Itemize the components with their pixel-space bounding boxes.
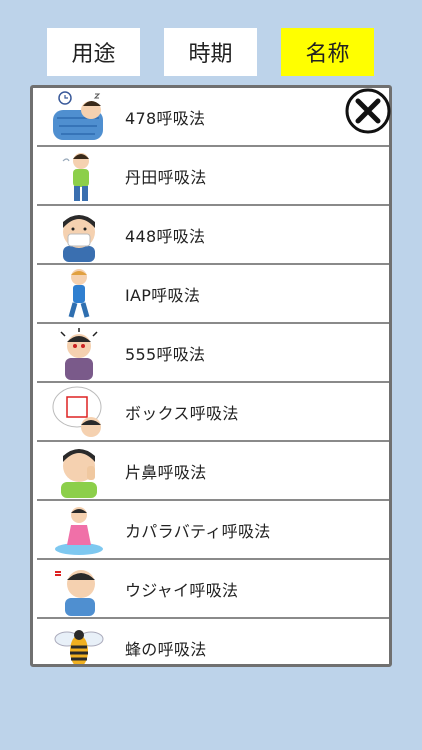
masked-person-icon — [63, 215, 95, 262]
list-item-label: ウジャイ呼吸法 — [125, 580, 239, 600]
list-item-label: 丹田呼吸法 — [125, 167, 207, 187]
list-item-label: 蜂の呼吸法 — [125, 639, 207, 659]
breathing-person-icon — [62, 153, 89, 201]
ujjayi-breath-icon — [55, 570, 95, 616]
list-item-kapalabhati[interactable]: カパラバティ呼吸法 — [37, 501, 389, 560]
tab-timing[interactable]: 時期 — [164, 28, 257, 76]
thinking-box-icon — [52, 386, 102, 437]
list-item-448[interactable]: 448呼吸法 — [37, 206, 389, 265]
list-item-label: 555呼吸法 — [125, 344, 206, 364]
list-item-478[interactable]: 478呼吸法 — [37, 88, 389, 147]
tab-bar: 用途 時期 名称 — [0, 28, 422, 78]
sleeping-person-icon — [53, 91, 103, 140]
list-item-label: IAP呼吸法 — [125, 285, 201, 305]
method-list: 478呼吸法 丹田呼吸法 448呼吸法 IAP呼吸法 555呼吸法 ボックス呼吸… — [37, 88, 389, 664]
list-item-iap[interactable]: IAP呼吸法 — [37, 265, 389, 324]
list-item-bee[interactable]: 蜂の呼吸法 — [37, 619, 389, 664]
list-item-label: カパラバティ呼吸法 — [125, 521, 271, 541]
tab-name[interactable]: 名称 — [281, 28, 374, 76]
meditating-person-icon — [55, 507, 103, 555]
list-item-box[interactable]: ボックス呼吸法 — [37, 383, 389, 442]
tab-purpose[interactable]: 用途 — [47, 28, 140, 76]
list-item-ujjayi[interactable]: ウジャイ呼吸法 — [37, 560, 389, 619]
bee-icon — [54, 630, 104, 664]
list-item-tanden[interactable]: 丹田呼吸法 — [37, 147, 389, 206]
list-item-nostril[interactable]: 片鼻呼吸法 — [37, 442, 389, 501]
list-item-label: 片鼻呼吸法 — [125, 462, 207, 482]
close-x-icon[interactable] — [344, 87, 392, 135]
list-item-label: 448呼吸法 — [125, 226, 206, 246]
nostril-breathing-icon — [61, 449, 97, 498]
stressed-person-icon — [60, 328, 98, 380]
list-item-label: ボックス呼吸法 — [125, 403, 239, 423]
list-item-label: 478呼吸法 — [125, 108, 206, 128]
breathing-method-list-panel: 478呼吸法 丹田呼吸法 448呼吸法 IAP呼吸法 555呼吸法 ボックス呼吸… — [30, 85, 392, 667]
running-person-icon — [68, 269, 90, 318]
list-item-555[interactable]: 555呼吸法 — [37, 324, 389, 383]
